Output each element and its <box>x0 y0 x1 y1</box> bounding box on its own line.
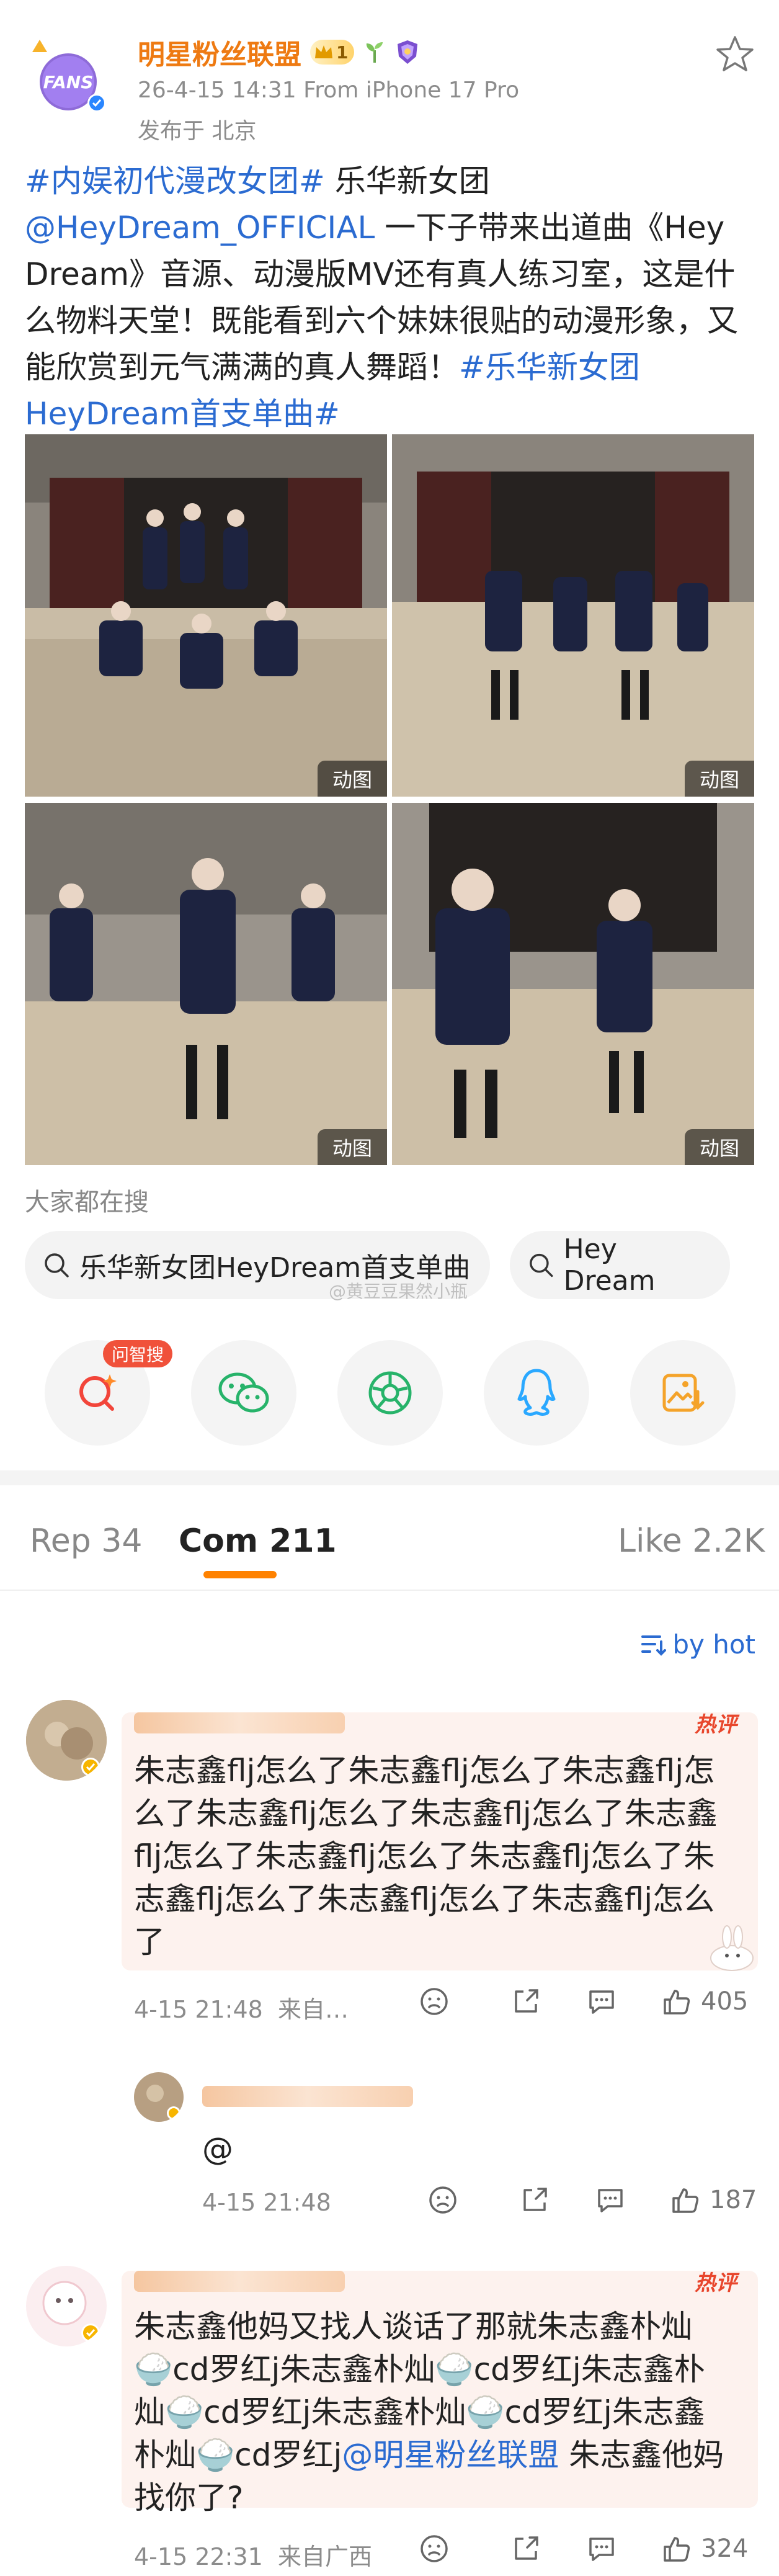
search-icon <box>530 1253 553 1277</box>
bunny-sticker-icon <box>710 1925 754 1971</box>
author-row: 明星粉丝联盟 1 <box>138 32 420 72</box>
thumbs-up-icon <box>664 1990 690 2015</box>
shield-badge-icon <box>398 40 418 64</box>
sort-icon <box>641 1635 667 1656</box>
post-image-4[interactable]: 动图 <box>392 803 754 1165</box>
like-button[interactable]: 187 <box>670 2185 757 2216</box>
comment-source: 来自… <box>278 1996 349 2023</box>
save-image-icon <box>662 1374 705 1412</box>
thumbs-up-icon <box>664 2537 690 2562</box>
search-chip[interactable]: Hey Dream <box>510 1231 730 1299</box>
watermark: @黄豆豆果然小瓶 <box>329 1281 468 1302</box>
post-location: 发布于 北京 <box>138 119 257 144</box>
commenter-name-redacted <box>134 1712 345 1733</box>
author-avatar[interactable]: FANS <box>26 38 113 113</box>
reply-item: @ 4-15 21:48 187 <box>0 2072 779 2240</box>
dislike-face-icon[interactable] <box>418 2533 450 2565</box>
wechat-icon <box>218 1372 269 1413</box>
dance-stage-image <box>392 803 754 1165</box>
comment-actions: 324 <box>418 2533 748 2565</box>
commenter-name-redacted <box>134 2271 345 2292</box>
mention-link[interactable]: @明星粉丝联盟 <box>342 2437 559 2473</box>
post-text: #内娱初代漫改女团# 乐华新女团@HeyDream_OFFICIAL 一下子带来… <box>25 158 757 437</box>
comment-item: 热评 朱志鑫他妈又找人谈话了那就朱志鑫朴灿🍚cd罗红j朱志鑫朴灿🍚cd罗红j朱志… <box>0 2258 779 2576</box>
section-divider <box>0 1470 779 1485</box>
post-image-2[interactable]: 动图 <box>392 434 754 797</box>
active-tab-indicator <box>203 1571 277 1578</box>
wechat-share-button[interactable] <box>191 1340 296 1446</box>
gif-tag: 动图 <box>685 761 754 797</box>
tab-likes[interactable]: Like 2.2K <box>618 1523 765 1560</box>
tab-reposts[interactable]: Rep 34 <box>30 1523 143 1560</box>
dance-stage-image <box>392 434 754 797</box>
reply-icon[interactable] <box>585 2533 618 2565</box>
dance-stage-image <box>25 803 387 1165</box>
qq-share-button[interactable] <box>484 1340 589 1446</box>
reply-actions: 187 <box>427 2184 757 2216</box>
dislike-face-icon[interactable] <box>418 1985 450 2018</box>
comment-actions: 405 <box>418 1985 748 2018</box>
reply-icon[interactable] <box>594 2184 626 2216</box>
vip-badge[interactable]: 1 <box>310 40 355 65</box>
post-image-1[interactable]: 动图 <box>25 434 387 797</box>
hot-comment-tag: 热评 <box>695 2271 737 2296</box>
share-icon[interactable] <box>519 2184 551 2216</box>
tab-comments[interactable]: Com 211 <box>179 1523 337 1560</box>
author-name[interactable]: 明星粉丝联盟 <box>138 32 301 72</box>
comment-time: 4-15 21:48 来自… <box>134 1996 349 2023</box>
commenter-avatar[interactable] <box>26 1700 107 1781</box>
tabs-row: Rep 34 Com 211 Like 2.2K <box>0 1485 779 1591</box>
image-grid: 动图 动图 动图 动图 <box>25 434 754 1165</box>
post-image-3[interactable]: 动图 <box>25 803 387 1165</box>
svg-text:FANS: FANS <box>43 72 94 92</box>
share-icon[interactable] <box>510 1985 542 2018</box>
post-text-part: 乐华新女团 <box>324 163 490 199</box>
like-button[interactable]: 324 <box>661 2533 748 2564</box>
sort-toggle[interactable]: by hot <box>640 1629 755 1660</box>
dance-stage-image <box>25 434 387 797</box>
like-count: 187 <box>710 2186 757 2214</box>
crown-icon <box>315 45 332 58</box>
moments-icon <box>368 1371 412 1415</box>
dislike-face-icon[interactable] <box>427 2184 459 2216</box>
like-count: 324 <box>701 2534 749 2563</box>
search-chip-label: Hey Dream <box>563 1233 656 1297</box>
like-button[interactable]: 405 <box>661 1986 748 2017</box>
qq-icon <box>517 1369 556 1416</box>
favorite-star-icon[interactable] <box>713 32 757 76</box>
ai-search-badge: 问智搜 <box>103 1340 173 1367</box>
mention-link[interactable]: @HeyDream_OFFICIAL <box>25 210 375 246</box>
moments-share-button[interactable] <box>337 1340 443 1446</box>
gif-tag: 动图 <box>318 761 387 797</box>
replier-name-redacted <box>202 2086 413 2107</box>
comment-item: 热评 朱志鑫flj怎么了朱志鑫flj怎么了朱志鑫flj怎么了朱志鑫flj怎么了朱… <box>0 1700 779 2047</box>
post-time-source: 26-4-15 14:31 From iPhone 17 Pro <box>138 78 520 103</box>
ai-search-icon <box>79 1374 117 1411</box>
comment-text: 朱志鑫他妈又找人谈话了那就朱志鑫朴灿🍚cd罗红j朱志鑫朴灿🍚cd罗红j朱志鑫朴灿… <box>134 2305 729 2520</box>
reply-icon[interactable] <box>585 1985 618 2018</box>
hot-comment-tag: 热评 <box>695 1712 737 1737</box>
share-icon[interactable] <box>510 2533 542 2565</box>
sort-label: by hot <box>672 1629 755 1660</box>
comment-source: 来自广西 <box>278 2543 373 2570</box>
gif-tag: 动图 <box>685 1129 754 1165</box>
gif-tag: 动图 <box>318 1129 387 1165</box>
thumbs-up-icon <box>672 2188 699 2213</box>
comment-time: 4-15 22:31 来自广西 <box>134 2543 373 2570</box>
reply-text: @ <box>202 2131 233 2167</box>
comment-text: 朱志鑫flj怎么了朱志鑫flj怎么了朱志鑫flj怎么了朱志鑫flj怎么了朱志鑫f… <box>134 1753 718 1960</box>
trending-search-title: 大家都在搜 <box>25 1188 149 1217</box>
like-count: 405 <box>701 1987 749 2016</box>
save-image-button[interactable] <box>630 1340 736 1446</box>
replier-avatar[interactable] <box>134 2072 184 2122</box>
reply-time: 4-15 21:48 <box>202 2189 331 2216</box>
vip-level: 1 <box>336 42 349 63</box>
post-header: FANS 明星粉丝联盟 1 26-4-15 14:31 From iPhone … <box>0 0 779 161</box>
topic-link[interactable]: #内娱初代漫改女团# <box>25 163 325 199</box>
commenter-avatar[interactable] <box>26 2266 107 2346</box>
search-icon <box>45 1253 69 1277</box>
sprout-icon <box>367 42 383 63</box>
